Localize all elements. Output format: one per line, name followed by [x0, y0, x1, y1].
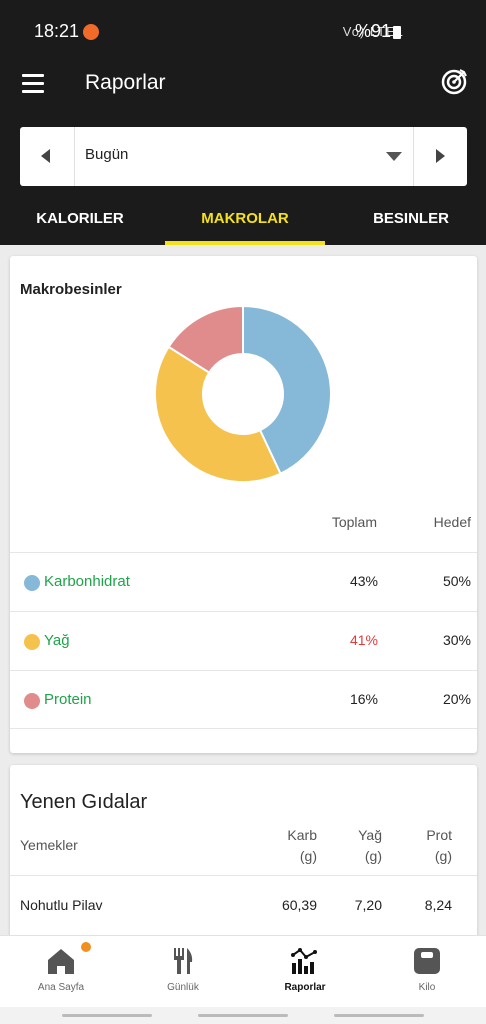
macros-title: Makrobesinler [20, 281, 122, 298]
macro-total: 43% [349, 573, 378, 589]
target-icon[interactable] [440, 68, 468, 96]
food-carb: 60,39 [281, 897, 317, 913]
column-carb-unit: (g) [299, 848, 317, 864]
nav-reports[interactable]: Raporlar [244, 936, 366, 1008]
date-picker: Bugün [20, 127, 467, 186]
macro-name: Karbonhidrat [44, 573, 130, 590]
tab-calories[interactable]: KALORILER [0, 196, 160, 245]
column-fat-label: Yağ [358, 827, 382, 843]
notification-badge [81, 942, 91, 952]
menu-icon[interactable] [22, 74, 46, 94]
system-gesture-bar [0, 1007, 486, 1024]
battery-level: %91 [354, 21, 391, 41]
macro-row-carbs: Karbonhidrat 43% 50% [10, 552, 477, 611]
divider [10, 728, 477, 729]
nav-label: Günlük [167, 982, 199, 993]
tab-foods[interactable]: BESINLER [330, 196, 486, 245]
battery-icon [393, 26, 401, 39]
macro-name: Protein [44, 691, 92, 708]
page-title: Raporlar [85, 71, 166, 94]
column-prot-label: Prot [426, 827, 452, 843]
nav-diary[interactable]: Günlük [122, 936, 244, 1008]
macro-row-protein: Protein 16% 20% [10, 670, 477, 729]
home-icon [48, 949, 74, 974]
status-bar: 18:21 Vo) LTE1 %91 [0, 0, 486, 62]
column-prot-header: Prot (g) [426, 825, 452, 867]
carbs-color-dot [24, 575, 40, 591]
food-name: Nohutlu Pilav [20, 897, 103, 913]
food-prot: 8,24 [424, 897, 452, 913]
dropdown-arrow-icon[interactable] [386, 152, 402, 161]
fork-knife-icon [174, 948, 193, 974]
column-target-header: Hedef [433, 514, 471, 530]
macro-target: 50% [442, 573, 471, 589]
eaten-foods-title: Yenen Gıdalar [20, 791, 148, 813]
nav-label: Ana Sayfa [37, 982, 85, 993]
gesture-recents[interactable] [62, 1014, 152, 1017]
gesture-back[interactable] [334, 1014, 424, 1017]
macro-total: 41% [349, 632, 378, 648]
macros-card: Makrobesinler Toplam Hedef Karbonhidrat … [10, 256, 477, 753]
donut-slice-yağ [154, 345, 282, 483]
gesture-home[interactable] [198, 1014, 288, 1017]
macro-total: 16% [349, 691, 378, 707]
next-day-button[interactable] [413, 127, 467, 186]
column-carb-header: Karb (g) [287, 825, 317, 867]
macro-row-fat: Yağ 41% 30% [10, 611, 477, 670]
column-carb-label: Karb [287, 827, 317, 843]
previous-day-button[interactable] [20, 127, 75, 186]
arrow-left-icon [41, 149, 50, 163]
fat-color-dot [24, 634, 40, 650]
nav-label: Raporlar [284, 982, 326, 993]
column-meals-header: Yemekler [20, 837, 78, 853]
arrow-right-icon [436, 149, 445, 163]
nav-label: Kilo [418, 982, 436, 993]
bottom-navigation: Ana Sayfa Günlük Raporlar Kilo [0, 935, 486, 1007]
nav-home[interactable]: Ana Sayfa [0, 936, 122, 1008]
food-row[interactable]: Nohutlu Pilav 60,39 7,20 8,24 [10, 875, 477, 932]
scale-icon [414, 948, 440, 974]
date-area: Bugün [0, 124, 486, 196]
notification-app-icon [83, 24, 99, 40]
macro-name: Yağ [44, 632, 70, 649]
macro-donut-chart [154, 304, 332, 483]
nav-weight[interactable]: Kilo [366, 936, 486, 1008]
column-total-header: Toplam [331, 514, 377, 530]
column-fat-header: Yağ (g) [358, 825, 382, 867]
macro-target: 30% [442, 632, 471, 648]
app-bar: Raporlar [0, 62, 486, 124]
status-time: 18:21 [34, 21, 80, 41]
report-tabs: KALORILER MAKROLAR BESINLER [0, 196, 486, 245]
active-tab-indicator [165, 241, 325, 245]
protein-color-dot [24, 693, 40, 709]
tab-macros[interactable]: MAKROLAR [165, 196, 325, 245]
chart-icon [291, 948, 317, 974]
macro-target: 20% [442, 691, 471, 707]
food-fat: 7,20 [354, 897, 382, 913]
eaten-foods-card: Yenen Gıdalar Yemekler Karb (g) Yağ (g) … [10, 765, 477, 945]
date-select-value[interactable]: Bugün [85, 146, 128, 163]
column-prot-unit: (g) [434, 848, 452, 864]
column-fat-unit: (g) [364, 848, 382, 864]
